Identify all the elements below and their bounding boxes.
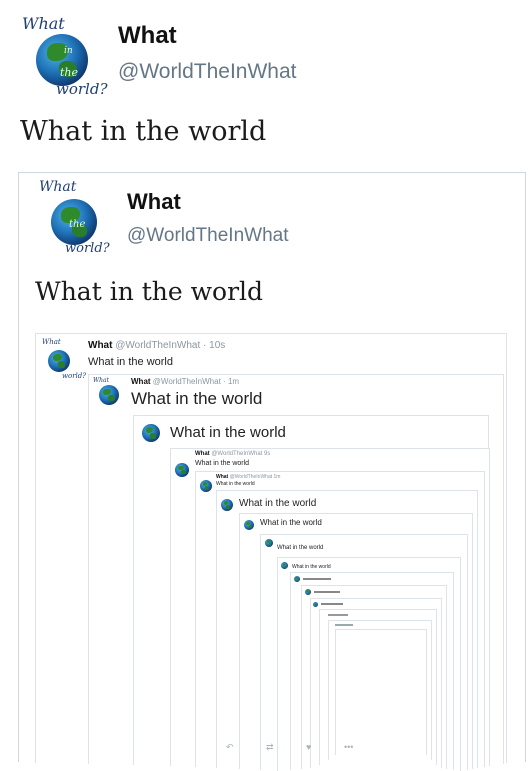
quoted-handle: @WorldTheInWhat (127, 225, 289, 246)
nested-tweet-level14 (328, 620, 432, 760)
nested3-globe-icon (142, 424, 160, 442)
nested4-text: What in the world (195, 460, 250, 467)
nested-tweet-level3: What in the world What @WorldTheInWhat 9… (133, 415, 490, 771)
nested5-globe-icon (200, 480, 212, 492)
nested-tweet-level15 (335, 629, 427, 755)
tweet-text: What in the world (20, 116, 267, 147)
nested1-header: What @WorldTheInWhat · 10s (88, 340, 225, 351)
nested2-name: What (131, 377, 151, 386)
nested6-text: What in the world (239, 498, 317, 509)
nested-action-bar: ↶ ⇄ ♥ ••• (226, 742, 376, 756)
nested9-text: What in the world (292, 564, 331, 570)
quoted-logo-word-the: the (69, 219, 86, 230)
nested2-handle: @WorldTheInWhat (152, 377, 221, 386)
nested-tweet-level2: What What @WorldTheInWhat · 1m What in t… (88, 374, 504, 771)
nested1-separator: · (203, 340, 207, 351)
nested-tweet-level1: What world? What @WorldTheInWhat · 10s W… (35, 333, 507, 771)
quoted-avatar: What the world? (39, 179, 113, 259)
nested4-header: What @WorldTheInWhat 9s (195, 451, 270, 457)
reply-icon[interactable]: ↶ (226, 742, 234, 753)
nested2-text: What in the world (131, 389, 263, 408)
nested2-header: What @WorldTheInWhat · 1m (131, 377, 239, 386)
nested10-text-line (303, 578, 331, 580)
nested4-name: What (195, 451, 210, 457)
nested1-time: 10s (209, 340, 226, 351)
nested5-name: What (216, 474, 229, 480)
nested1-avatar: What world? (42, 338, 86, 380)
more-icon[interactable]: ••• (344, 742, 353, 752)
nested-tweet-level8: What in the world What in the world (260, 534, 468, 771)
nested-tweet-level10 (290, 572, 454, 770)
nested1-text: What in the world (88, 356, 173, 368)
nested1-handle: @WorldTheInWhat (115, 340, 201, 351)
nested-tweet-level7: What in the world What in the world What… (239, 513, 473, 771)
nested5-text: What in the world (216, 481, 255, 487)
quoted-logo-word-world: world? (65, 241, 110, 256)
quoted-logo-word-top: What (39, 179, 77, 195)
nested10-globe-icon (294, 576, 300, 582)
nested5-handle: @WorldTheInWhat (229, 474, 273, 480)
nested13-text-line (328, 614, 348, 616)
logo-word-in: in (64, 46, 73, 56)
quoted-tweet-card[interactable]: What the world? What @WorldTheInWhat Wha… (18, 172, 526, 771)
like-icon[interactable]: ♥ (306, 742, 311, 752)
logo-word-the: the (60, 66, 79, 79)
nested7-globe-icon (244, 520, 254, 530)
quoted-text: What in the world (35, 277, 264, 306)
logo-word-world: world? (56, 80, 108, 98)
nested-tweet-level4: What @WorldTheInWhat 9s What in the worl… (170, 448, 490, 771)
nested4-time: 9s (264, 451, 271, 457)
nested4-handle: @WorldTheInWhat (211, 451, 263, 457)
nested2-avatar: What (93, 377, 127, 411)
nested2-separator: · (223, 377, 226, 386)
profile-handle[interactable]: @WorldTheInWhat (118, 60, 297, 84)
nested5-header: What @WorldTheInWhat 1m (216, 474, 280, 480)
quoted-name: What (127, 189, 181, 214)
nested6-globe-icon (221, 499, 233, 511)
nested12-text-line (321, 603, 343, 605)
nested9-globe-icon (281, 562, 288, 569)
nested1-globe-icon (48, 350, 70, 372)
nested3-text: What in the world (170, 424, 286, 441)
nested1-logo-world: world? (62, 372, 87, 380)
nested1-name: What (88, 340, 113, 351)
nested2-logo-top: What (93, 377, 110, 384)
nested5-time: 1m (273, 474, 281, 480)
profile-name[interactable]: What (118, 22, 177, 50)
logo-word-top: What (22, 14, 65, 33)
profile-avatar[interactable]: What in the world? (22, 14, 107, 98)
nested2-time: 1m (227, 377, 240, 386)
nested1-logo-top: What (42, 338, 61, 346)
nested7-text: What in the world (260, 518, 322, 527)
nested2-globe-icon (99, 385, 119, 405)
nested14-text-line (335, 624, 353, 626)
nested8-text: What in the world (277, 545, 324, 551)
nested12-globe-icon (313, 602, 318, 607)
nested8-globe-icon (265, 539, 273, 547)
nested11-globe-icon (305, 589, 311, 595)
nested11-text-line (314, 591, 340, 593)
retweet-icon[interactable]: ⇄ (266, 742, 274, 753)
nested-tweet-level5: What @WorldTheInWhat 1m What in the worl… (195, 471, 485, 771)
nested-tweet-level6: What in the world What in the world What… (216, 490, 478, 771)
nested4-globe-icon (175, 463, 189, 477)
nested-tweet-level9: What in the world (277, 557, 461, 771)
